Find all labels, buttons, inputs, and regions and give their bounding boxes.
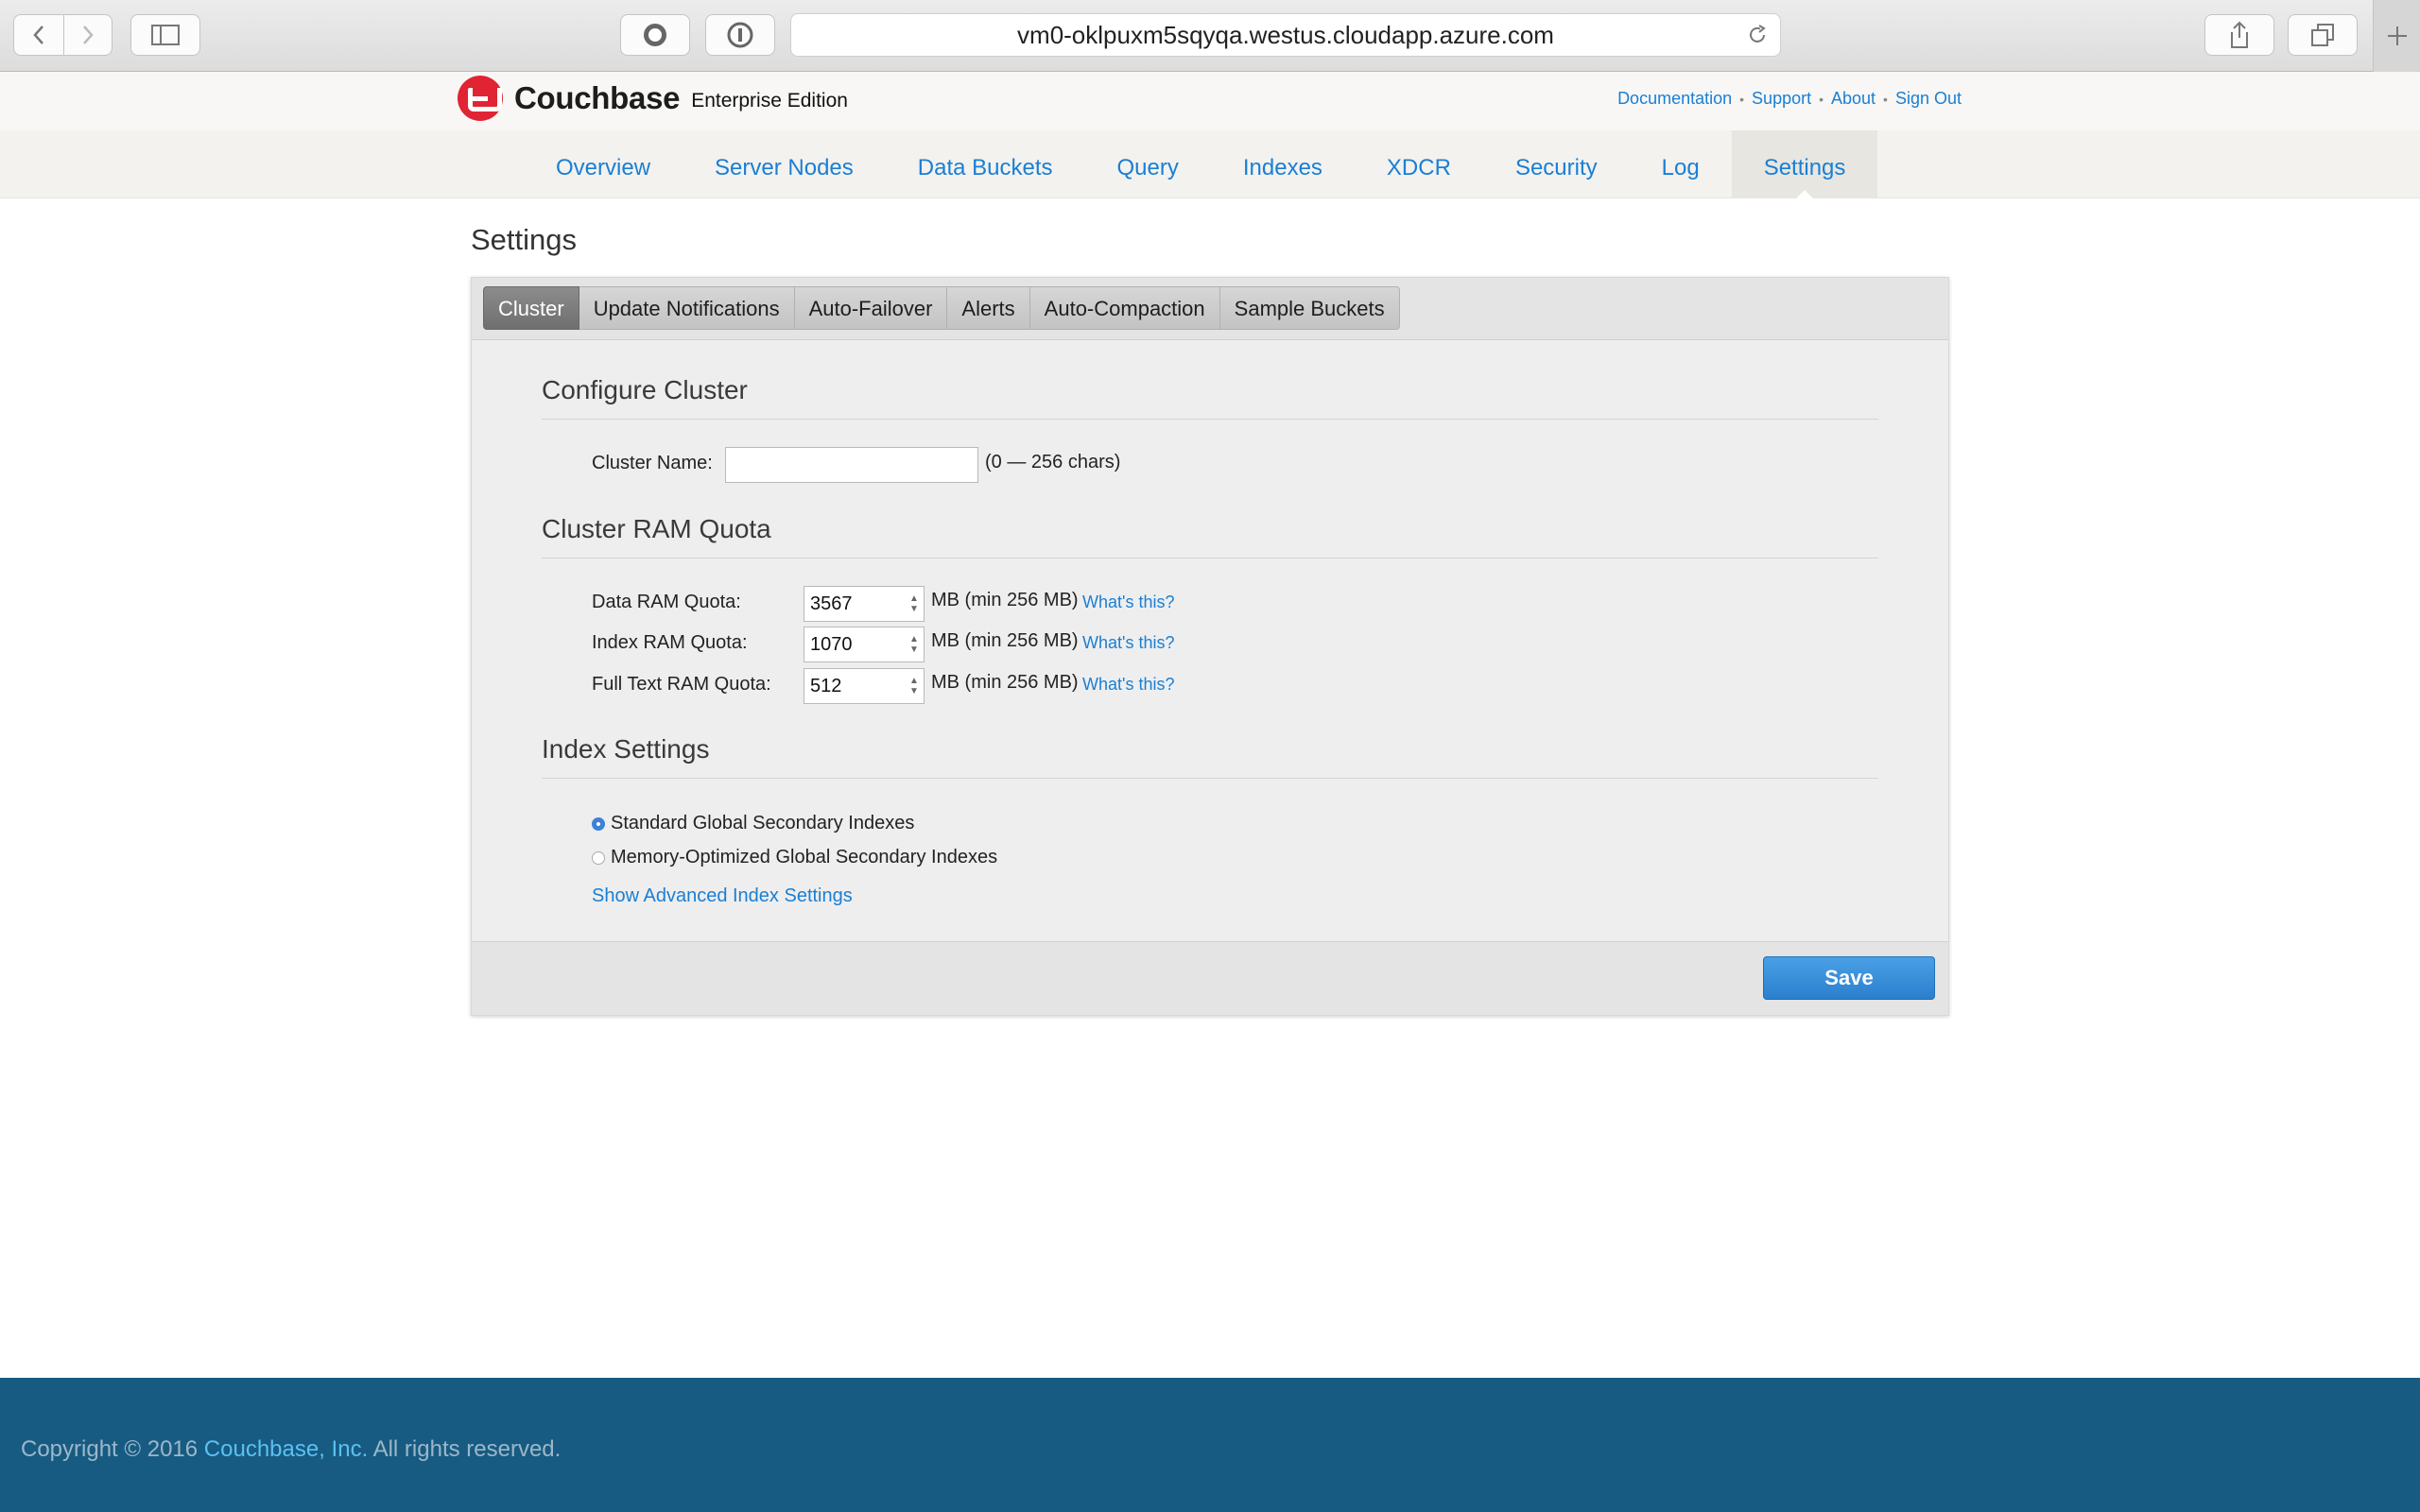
support-link[interactable]: Support: [1752, 89, 1811, 109]
copyright-prefix: Copyright © 2016: [21, 1436, 204, 1462]
about-link[interactable]: About: [1831, 89, 1876, 109]
couchbase-company-link[interactable]: Couchbase, Inc.: [204, 1436, 368, 1462]
tab-auto-compaction[interactable]: Auto-Compaction: [1029, 286, 1220, 330]
full-text-ram-quota-value: 512: [810, 675, 842, 696]
data-ram-quota-unit: MB (min 256 MB): [931, 590, 1079, 610]
sidebar-icon: [151, 25, 180, 45]
nav-log[interactable]: Log: [1630, 130, 1732, 198]
tab-sample-buckets[interactable]: Sample Buckets: [1219, 286, 1400, 330]
panel-footer: Save: [472, 941, 1948, 1015]
save-button[interactable]: Save: [1763, 956, 1935, 1000]
chevron-left-icon: [33, 26, 43, 44]
stepper-arrows-icon[interactable]: ▲ ▼: [908, 591, 921, 617]
configure-cluster-heading: Configure Cluster: [542, 375, 1878, 420]
forward-button[interactable]: [63, 14, 112, 56]
nav-query[interactable]: Query: [1085, 130, 1211, 198]
header-links: Documentation • Support • About • Sign O…: [1617, 89, 1962, 109]
couchbase-logo-icon: [458, 76, 503, 121]
separator-dot: •: [1819, 91, 1824, 107]
tab-cluster[interactable]: Cluster: [483, 286, 579, 330]
nav-security[interactable]: Security: [1483, 130, 1630, 198]
tab-alerts[interactable]: Alerts: [947, 286, 1030, 330]
tab-update-notifications[interactable]: Update Notifications: [579, 286, 795, 330]
ram-quota-heading: Cluster RAM Quota: [542, 514, 1878, 558]
app-topbar: [0, 72, 2420, 130]
extension-button[interactable]: [620, 14, 690, 56]
nav-server-nodes[interactable]: Server Nodes: [683, 130, 886, 198]
show-advanced-index-settings-link[interactable]: Show Advanced Index Settings: [592, 885, 853, 907]
tabs-overview-button[interactable]: [2288, 14, 2358, 56]
data-ram-quota-label: Data RAM Quota:: [592, 592, 741, 612]
cluster-name-label: Cluster Name:: [592, 453, 713, 473]
data-ram-quota-help-link[interactable]: What's this?: [1082, 593, 1174, 612]
separator-dot: •: [1883, 91, 1888, 107]
data-ram-quota-value: 3567: [810, 593, 853, 614]
couchbase-logo[interactable]: Couchbase Enterprise Edition: [458, 76, 848, 121]
sign-out-link[interactable]: Sign Out: [1895, 89, 1962, 109]
nav-overview[interactable]: Overview: [524, 130, 683, 198]
full-text-ram-quota-unit: MB (min 256 MB): [931, 672, 1079, 693]
settings-panel: Cluster Update Notifications Auto-Failov…: [471, 277, 1949, 1016]
share-icon: [2231, 21, 2248, 48]
full-text-ram-quota-stepper[interactable]: 512 ▲ ▼: [804, 668, 925, 704]
nav-indexes[interactable]: Indexes: [1211, 130, 1355, 198]
back-button[interactable]: [13, 14, 64, 56]
separator-dot: •: [1739, 91, 1745, 107]
plus-icon: [2387, 26, 2407, 45]
documentation-link[interactable]: Documentation: [1617, 89, 1732, 109]
new-tab-button[interactable]: [2373, 0, 2420, 72]
brand-name: Couchbase: [514, 80, 681, 115]
index-settings-heading: Index Settings: [542, 734, 1878, 779]
tabs-icon: [2311, 24, 2334, 46]
reload-icon[interactable]: [1746, 24, 1769, 46]
cluster-name-input[interactable]: [725, 447, 978, 483]
memory-optimized-gsi-label[interactable]: Memory-Optimized Global Secondary Indexe…: [611, 847, 997, 868]
stepper-arrows-icon[interactable]: ▲ ▼: [908, 631, 921, 658]
full-text-ram-quota-help-link[interactable]: What's this?: [1082, 675, 1174, 695]
cluster-name-hint: (0 — 256 chars): [985, 452, 1121, 472]
settings-tab-bar: Cluster Update Notifications Auto-Failov…: [472, 278, 1948, 340]
index-ram-quota-unit: MB (min 256 MB): [931, 630, 1079, 651]
index-ram-quota-stepper[interactable]: 1070 ▲ ▼: [804, 627, 925, 662]
full-text-ram-quota-label: Full Text RAM Quota:: [592, 674, 771, 695]
nav-settings[interactable]: Settings: [1731, 130, 1878, 199]
share-button[interactable]: [2204, 14, 2274, 56]
index-ram-quota-label: Index RAM Quota:: [592, 632, 748, 653]
url-text: vm0-oklpuxm5sqyqa.westus.cloudapp.azure.…: [1017, 20, 1554, 49]
sidebar-button[interactable]: [130, 14, 200, 56]
memory-optimized-gsi-radio[interactable]: [592, 851, 605, 865]
copyright-text: Copyright © 2016 Couchbase, Inc. All rig…: [21, 1436, 561, 1463]
data-ram-quota-stepper[interactable]: 3567 ▲ ▼: [804, 586, 925, 622]
index-ram-quota-value: 1070: [810, 633, 853, 655]
nav-xdcr[interactable]: XDCR: [1355, 130, 1483, 198]
password-button[interactable]: [705, 14, 775, 56]
tab-auto-failover[interactable]: Auto-Failover: [794, 286, 948, 330]
standard-gsi-radio[interactable]: [592, 817, 605, 831]
address-bar[interactable]: vm0-oklpuxm5sqyqa.westus.cloudapp.azure.…: [790, 13, 1781, 57]
page-title: Settings: [471, 223, 578, 256]
standard-gsi-label[interactable]: Standard Global Secondary Indexes: [611, 813, 914, 834]
chevron-right-icon: [83, 26, 94, 44]
index-ram-quota-help-link[interactable]: What's this?: [1082, 633, 1174, 653]
settings-tabs: Cluster Update Notifications Auto-Failov…: [483, 286, 1400, 330]
page-footer: Copyright © 2016 Couchbase, Inc. All rig…: [0, 1378, 2420, 1512]
keyhole-icon: [727, 22, 753, 48]
edition-label: Enterprise Edition: [691, 90, 848, 112]
record-icon: [644, 24, 666, 46]
main-nav: Overview Server Nodes Data Buckets Query…: [524, 130, 1878, 199]
browser-toolbar: vm0-oklpuxm5sqyqa.westus.cloudapp.azure.…: [0, 0, 2420, 72]
stepper-arrows-icon[interactable]: ▲ ▼: [908, 673, 921, 699]
copyright-suffix: All rights reserved.: [368, 1436, 562, 1462]
nav-data-buckets[interactable]: Data Buckets: [886, 130, 1085, 198]
